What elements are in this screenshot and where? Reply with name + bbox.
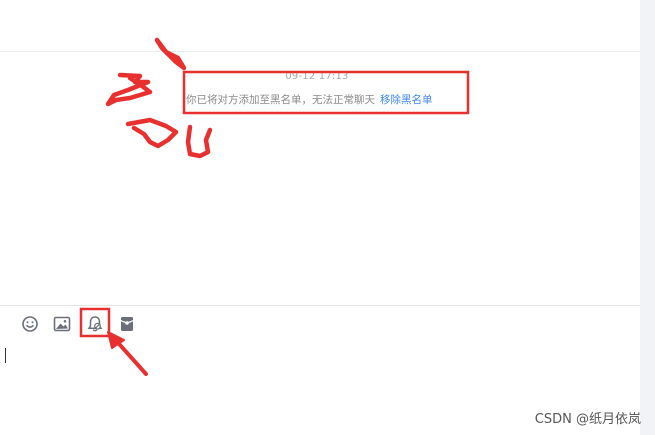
red-envelope-button[interactable] bbox=[118, 315, 136, 333]
scrollbar[interactable] bbox=[640, 0, 655, 435]
watermark: CSDN @纸月依岚 bbox=[534, 412, 641, 427]
image-button[interactable] bbox=[53, 315, 71, 333]
message-timestamp: 09-12 17:13 bbox=[285, 71, 349, 82]
header-divider bbox=[0, 51, 640, 52]
remove-from-blacklist-link[interactable]: 移除黑名单 bbox=[380, 94, 433, 106]
blacklist-notice: 你已将对方添加至黑名单，无法正常聊天 移除黑名单 bbox=[186, 92, 433, 107]
image-icon bbox=[53, 316, 71, 332]
emoji-icon bbox=[22, 316, 38, 332]
mute-notification-button[interactable] bbox=[86, 315, 104, 333]
input-divider bbox=[0, 305, 640, 306]
chat-window: 09-12 17:13 你已将对方添加至黑名单，无法正常聊天 移除黑名单 bbox=[0, 0, 640, 435]
text-input-caret[interactable] bbox=[5, 348, 6, 363]
red-envelope-icon bbox=[120, 317, 134, 331]
bell-icon bbox=[87, 316, 103, 332]
blacklist-notice-text: 你已将对方添加至黑名单，无法正常聊天 bbox=[186, 94, 375, 106]
emoji-button[interactable] bbox=[21, 315, 39, 333]
